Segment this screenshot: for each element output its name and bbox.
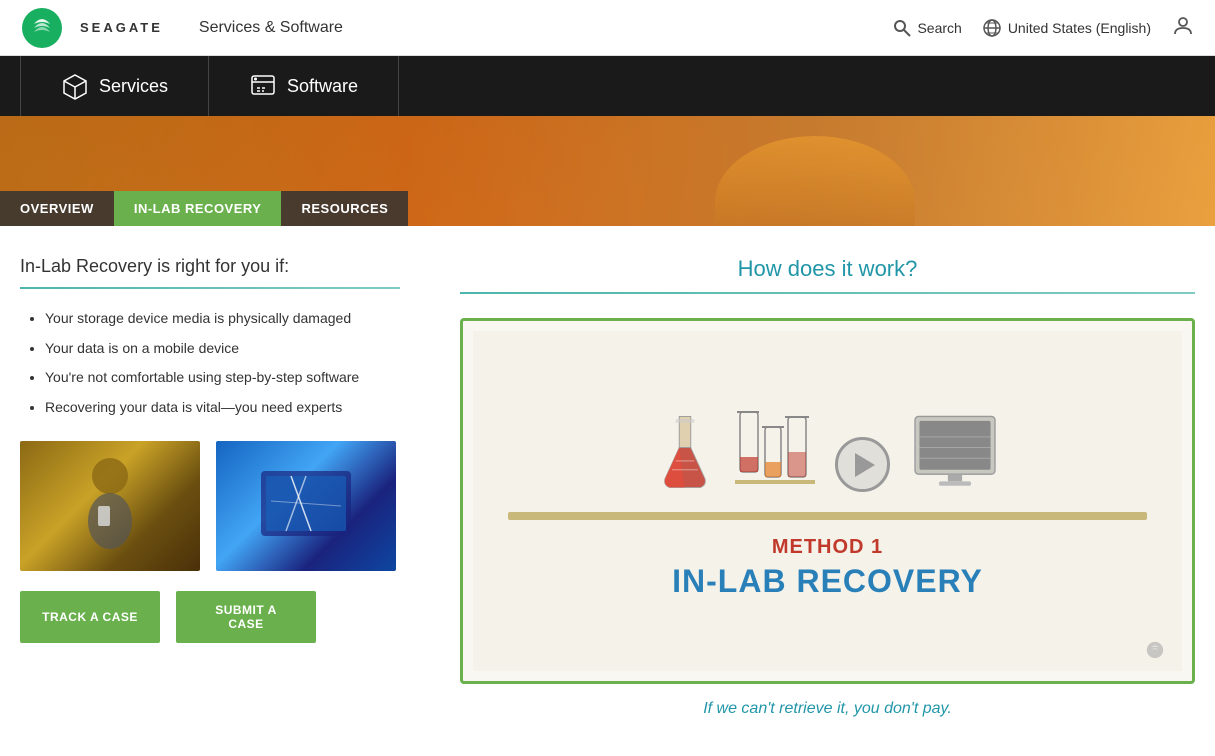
track-case-button[interactable]: TRACK A CASE	[20, 591, 160, 643]
hero-banner: OVERVIEW IN-LAB RECOVERY RESOURCES	[0, 116, 1215, 226]
nav-item-software[interactable]: Software	[209, 56, 399, 116]
right-divider	[460, 292, 1195, 294]
video-seagate-watermark	[1140, 640, 1170, 663]
device-photo	[216, 441, 396, 571]
images-row	[20, 441, 420, 571]
left-divider	[20, 287, 400, 289]
user-icon	[1171, 14, 1195, 38]
tab-resources[interactable]: RESOURCES	[281, 191, 408, 226]
video-shelf	[508, 512, 1146, 520]
watermark-seagate-icon	[1140, 640, 1170, 660]
software-icon	[249, 72, 277, 100]
nav-bar: Services Software	[0, 56, 1215, 116]
hero-tabs: OVERVIEW IN-LAB RECOVERY RESOURCES	[0, 191, 408, 226]
list-item: You're not comfortable using step-by-ste…	[45, 368, 420, 388]
main-content: In-Lab Recovery is right for you if: You…	[0, 226, 1215, 748]
left-column: In-Lab Recovery is right for you if: You…	[20, 256, 420, 718]
video-container[interactable]: METHOD 1 IN-LAB RECOVERY	[460, 318, 1195, 684]
submit-case-button[interactable]: SUBMIT A CASE	[176, 591, 316, 643]
tab-inlab-recovery[interactable]: IN-LAB RECOVERY	[114, 191, 282, 226]
brand-name: SEAGATE	[80, 20, 163, 35]
header-nav-title: Services & Software	[199, 19, 343, 37]
play-triangle-icon	[855, 453, 875, 477]
cube-icon	[61, 72, 89, 100]
search-label: Search	[917, 20, 961, 36]
region-label: United States (English)	[1008, 20, 1151, 36]
logo-area: SEAGATE Services & Software	[20, 6, 343, 50]
seagate-logo	[20, 6, 64, 50]
video-method-label: METHOD 1	[772, 536, 883, 559]
search-button[interactable]: Search	[893, 19, 961, 37]
person-photo	[20, 441, 200, 571]
buttons-row: TRACK A CASE SUBMIT A CASE	[20, 591, 420, 643]
globe-icon	[982, 18, 1002, 38]
nav-services-label: Services	[99, 76, 168, 97]
device-illustration	[241, 451, 371, 561]
monitor-icon	[910, 412, 1000, 492]
tab-overview[interactable]: OVERVIEW	[0, 191, 114, 226]
region-button[interactable]: United States (English)	[982, 18, 1151, 38]
play-button[interactable]	[835, 437, 890, 492]
user-button[interactable]	[1171, 14, 1195, 41]
list-item: Recovering your data is vital—you need e…	[45, 398, 420, 418]
top-header: SEAGATE Services & Software Search Unite…	[0, 0, 1215, 56]
nav-item-services[interactable]: Services	[20, 56, 209, 116]
beakers-icon	[735, 402, 815, 492]
person-illustration	[70, 451, 150, 561]
right-heading: How does it work?	[460, 256, 1195, 282]
person-image	[20, 441, 200, 571]
search-icon	[893, 19, 911, 37]
device-image	[216, 441, 396, 571]
bullet-list: Your storage device media is physically …	[20, 309, 420, 417]
video-title-label: IN-LAB RECOVERY	[672, 563, 983, 600]
list-item: Your storage device media is physically …	[45, 309, 420, 329]
video-icons-row	[655, 402, 1000, 492]
header-right: Search United States (English)	[893, 14, 1195, 41]
left-heading: In-Lab Recovery is right for you if:	[20, 256, 420, 277]
flask-icon	[655, 412, 715, 492]
nav-software-label: Software	[287, 76, 358, 97]
right-column: How does it work?	[460, 256, 1195, 718]
list-item: Your data is on a mobile device	[45, 339, 420, 359]
video-inner: METHOD 1 IN-LAB RECOVERY	[473, 331, 1182, 671]
tagline: If we can't retrieve it, you don't pay.	[460, 700, 1195, 718]
